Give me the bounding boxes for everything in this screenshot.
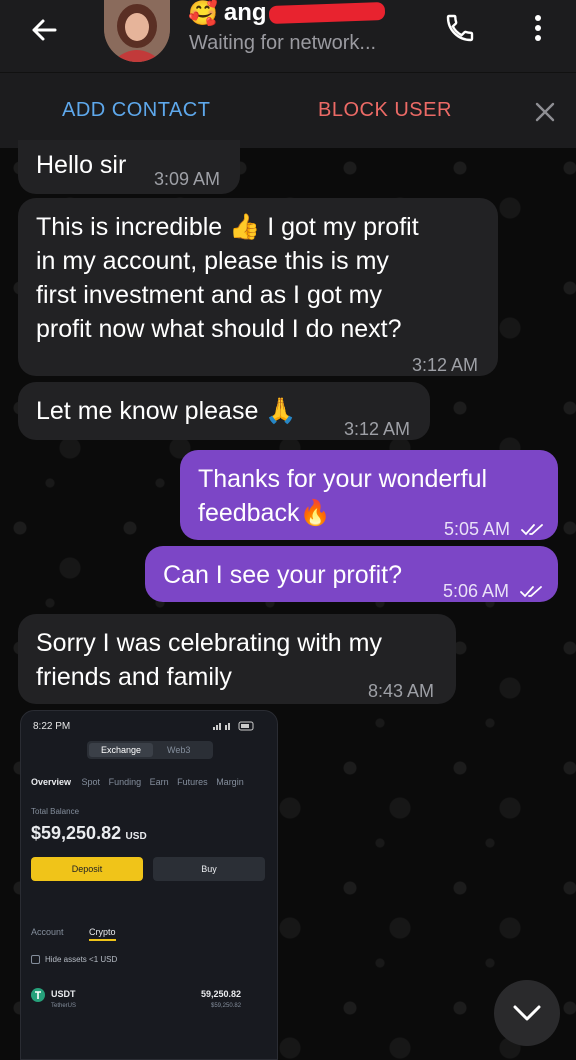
shot-nav-item: Earn: [149, 777, 169, 787]
scroll-to-bottom-button[interactable]: [494, 980, 560, 1046]
message-bubble[interactable]: This is incredible 👍 I got my profit in …: [18, 198, 498, 376]
shot-nav-item: Margin: [216, 777, 244, 787]
arrow-left-icon: [32, 19, 57, 41]
shot-nav-item: Spot: [81, 777, 101, 787]
shot-subtab-crypto: Crypto: [89, 927, 116, 941]
call-button[interactable]: [438, 8, 482, 48]
double-check-icon: [521, 524, 543, 536]
connection-status: Waiting for network...: [189, 32, 377, 54]
message-time: 8:43 AM: [368, 681, 435, 701]
message-line: profit now what should I do next?: [36, 315, 402, 343]
message-bubble[interactable]: Hello sir 3:09 AM: [18, 140, 240, 194]
redaction-mark: [268, 1, 385, 25]
message-line: This is incredible 👍 I got my profit: [36, 213, 419, 241]
close-icon: [535, 102, 555, 122]
message-time: 5:06 AM: [443, 581, 510, 601]
shot-hide-assets: Hide assets <1 USD: [45, 955, 118, 964]
image-message[interactable]: 8:22 PM Exchange Web3 Overview Spot Fund…: [20, 710, 278, 1060]
message-line: Sorry I was celebrating with my: [36, 629, 382, 657]
close-action-bar-button[interactable]: [530, 97, 560, 127]
shot-subtab-account: Account: [31, 927, 64, 937]
double-check-icon: [520, 586, 542, 598]
back-button[interactable]: [24, 10, 64, 50]
contact-action-bar: ADD CONTACT BLOCK USER: [0, 72, 576, 148]
message-text: Let me know please 🙏: [36, 397, 297, 425]
message-time: 3:12 AM: [344, 419, 411, 439]
chat-header: 🥰 ang Waiting for network...: [0, 0, 576, 72]
more-vertical-icon: [535, 15, 541, 41]
message-line: friends and family: [36, 663, 232, 691]
contact-name[interactable]: 🥰 ang: [188, 0, 385, 28]
shot-buy-button: Buy: [153, 857, 265, 881]
avatar-photo: [104, 0, 170, 62]
shot-nav: Overview Spot Funding Earn Futures Margi…: [31, 777, 244, 787]
shot-nav-item: Overview: [31, 777, 72, 787]
contact-name-text: ang: [223, 0, 267, 26]
message-bubble[interactable]: Let me know please 🙏 3:12 AM: [18, 382, 430, 440]
shot-checkbox: [31, 955, 40, 964]
message-line: first investment and as I got my: [36, 281, 382, 309]
shot-status-time: 8:22 PM: [33, 721, 71, 732]
shot-asset-value: $59,250.82: [211, 1003, 242, 1009]
shot-balance-value: $59,250.82: [31, 823, 122, 843]
message-text: Can I see your profit?: [163, 561, 403, 589]
shot-asset-amount: 59,250.82: [201, 989, 242, 999]
phone-icon: [446, 14, 474, 42]
message-text: Hello sir: [36, 151, 127, 179]
message-time: 3:12 AM: [412, 355, 479, 375]
message-bubble[interactable]: Thanks for your wonderful feedback🔥 5:05…: [180, 450, 558, 540]
message-time-row: 5:06 AM: [443, 574, 546, 608]
message-line: in my account, please this is my: [36, 247, 389, 275]
shot-deposit-button: Deposit: [31, 857, 143, 881]
shot-asset-symbol: USDT: [51, 989, 76, 999]
shot-nav-item: Futures: [177, 777, 208, 787]
message-time-row: 5:05 AM: [444, 512, 547, 546]
shot-nav-item: Funding: [108, 777, 142, 787]
shot-asset-name: TetherUS: [51, 1003, 77, 1009]
message-bubble[interactable]: Sorry I was celebrating with my friends …: [18, 614, 456, 704]
block-user-button[interactable]: BLOCK USER: [318, 99, 452, 122]
shot-balance-currency: USD: [125, 831, 147, 842]
add-contact-button[interactable]: ADD CONTACT: [62, 99, 210, 122]
message-line: Thanks for your wonderful: [198, 465, 488, 493]
message-time: 3:09 AM: [154, 169, 221, 189]
signal-battery-icon: [213, 721, 254, 731]
message-line: feedback🔥: [198, 499, 331, 527]
more-menu-button[interactable]: [522, 8, 554, 48]
smiling-hearts-emoji: 🥰: [188, 0, 218, 27]
shot-tab-web3: Web3: [167, 745, 191, 755]
message-bubble[interactable]: Can I see your profit? 5:06 AM: [145, 546, 558, 602]
chevron-down-icon: [513, 1005, 541, 1021]
shot-balance: $59,250.82 USD: [31, 823, 147, 844]
message-time: 5:05 AM: [444, 519, 511, 539]
avatar[interactable]: [104, 0, 170, 62]
shot-total-balance-label: Total Balance: [31, 807, 80, 816]
shot-tab-group: Exchange Web3: [87, 741, 213, 759]
usdt-coin-icon: [31, 988, 45, 1002]
shot-tab-exchange: Exchange: [89, 743, 153, 757]
